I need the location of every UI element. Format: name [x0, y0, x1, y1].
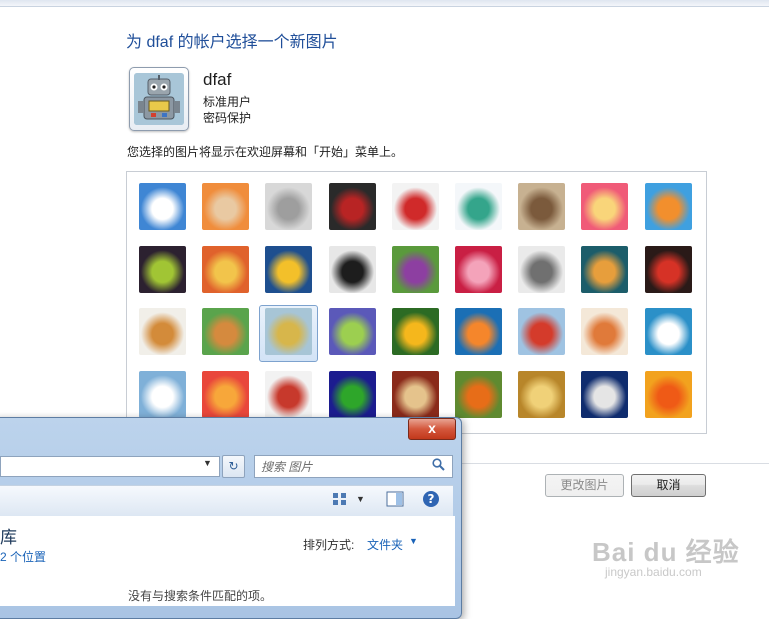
picture-guitar[interactable] — [139, 308, 186, 355]
picture-turntable[interactable] — [329, 183, 376, 230]
chevron-down-icon[interactable]: ▼ — [203, 458, 212, 468]
cancel-button[interactable]: 取消 — [631, 474, 706, 497]
robot-icon — [134, 73, 184, 125]
search-icon[interactable] — [432, 458, 445, 471]
picture-bamboo-pattern[interactable] — [518, 371, 565, 418]
change-picture-button[interactable]: 更改图片 — [545, 474, 624, 497]
sort-dropdown[interactable]: 文件夹 — [367, 536, 403, 553]
close-button[interactable]: x — [408, 418, 456, 440]
picture-spinning-top[interactable] — [455, 183, 502, 230]
sort-chevron-icon[interactable]: ▼ — [409, 536, 418, 546]
view-dropdown-icon[interactable]: ▼ — [356, 494, 365, 504]
picture-description: 您选择的图片将显示在欢迎屏幕和「开始」菜单上。 — [127, 145, 404, 159]
sort-label: 排列方式: — [303, 538, 355, 552]
watermark-url: jingyan.baidu.com — [605, 565, 702, 579]
picture-robot-dog[interactable] — [265, 183, 312, 230]
picture-leaf[interactable] — [265, 246, 312, 293]
picture-fish[interactable] — [455, 308, 502, 355]
picture-orange-flower[interactable] — [645, 371, 692, 418]
picture-dog[interactable] — [329, 246, 376, 293]
picture-pinwheel[interactable] — [645, 183, 692, 230]
picture-lighthouse[interactable] — [581, 371, 628, 418]
refresh-icon: ↻ — [228, 459, 239, 473]
picture-kitten[interactable] — [518, 183, 565, 230]
picture-puppy[interactable] — [202, 308, 249, 355]
picture-hot-air-balloon[interactable] — [518, 308, 565, 355]
picture-pink-flower[interactable] — [581, 183, 628, 230]
picture-soccer-ball[interactable] — [139, 371, 186, 418]
user-password-status: 密码保护 — [203, 111, 252, 125]
picture-scarf[interactable] — [329, 308, 376, 355]
picture-robot[interactable] — [265, 308, 312, 355]
picture-roller-coaster[interactable] — [139, 183, 186, 230]
help-icon[interactable]: ? — [422, 490, 440, 508]
picture-window[interactable] — [329, 371, 376, 418]
watermark-brand: Bai du 经验 — [592, 537, 740, 567]
user-name: dfaf — [203, 70, 232, 89]
search-placeholder: 搜索 图片 — [261, 460, 313, 474]
window-top-border — [0, 0, 769, 7]
picture-red-star[interactable] — [455, 246, 502, 293]
picture-ball[interactable] — [139, 246, 186, 293]
library-locations-link[interactable]: 2 个位置 — [0, 548, 46, 565]
refresh-button[interactable]: ↻ — [222, 455, 245, 478]
current-user-avatar — [129, 67, 189, 131]
picture-starfish[interactable] — [202, 183, 249, 230]
picture-origami-crane[interactable] — [645, 246, 692, 293]
library-title: 库 — [0, 528, 17, 547]
preview-pane-icon[interactable] — [386, 491, 404, 507]
picture-fabric[interactable] — [202, 246, 249, 293]
address-bar[interactable] — [0, 456, 220, 477]
page-title: 为 dfaf 的帐户选择一个新图片 — [126, 34, 338, 51]
picture-marbles[interactable] — [265, 371, 312, 418]
picture-butterfly[interactable] — [455, 371, 502, 418]
picture-doll[interactable] — [581, 308, 628, 355]
picture-rug[interactable] — [392, 371, 439, 418]
picture-sailboat[interactable] — [645, 308, 692, 355]
svg-text:?: ? — [428, 492, 435, 506]
picture-stairs[interactable] — [581, 246, 628, 293]
picture-lucky-cat[interactable] — [392, 183, 439, 230]
picture-beach-towel[interactable] — [202, 371, 249, 418]
view-options-icon[interactable] — [332, 492, 348, 506]
empty-results-message: 没有与搜索条件匹配的项。 — [128, 589, 273, 603]
picture-crayons[interactable] — [392, 246, 439, 293]
picture-sunflower[interactable] — [392, 308, 439, 355]
close-icon: x — [428, 420, 436, 436]
picture-jacks[interactable] — [518, 246, 565, 293]
user-account-type: 标准用户 — [203, 95, 252, 109]
